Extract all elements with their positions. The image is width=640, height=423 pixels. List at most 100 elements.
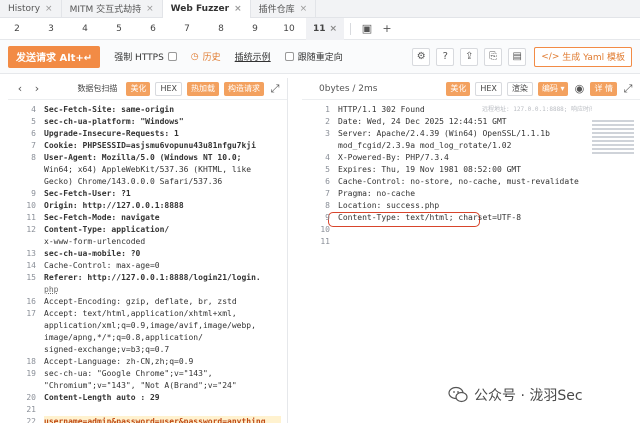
sub-tab-label: 7 [184,23,190,34]
line-number: 8 [31,153,36,162]
top-tab[interactable]: History × [0,0,62,18]
line-number: 2 [325,117,330,126]
code-line: Cookie: PHPSESSID=asjsmu6vopunu43u81nfgu… [44,141,256,150]
code-line: Accept-Encoding: gzip, deflate, br, zstd [44,297,237,306]
line-number: 16 [26,297,36,306]
request-beautify-button[interactable]: 美化 [126,81,151,96]
sub-tab-label: 3 [48,23,54,34]
line-number: 5 [325,165,330,174]
top-tab-bar: History × MITM 交互式劫持 × Web Fuzzer × 插件仓库 × [0,0,640,18]
line-number: 4 [325,153,330,162]
sub-tab[interactable]: 8 [204,18,238,40]
code-line: Sec-Fetch-Site: same-origin [44,105,175,114]
force-https-toggle[interactable]: 强制 HTTPS [114,50,177,63]
close-icon[interactable]: × [234,4,242,14]
close-icon[interactable]: × [146,4,154,14]
export-icon[interactable]: ⇪ [460,47,479,66]
sub-tab[interactable]: 9 [238,18,272,40]
sub-tab[interactable]: 7 [170,18,204,40]
next-arrow-icon[interactable]: › [31,82,43,95]
render-button[interactable]: 渲染 [506,81,533,96]
line-number: 5 [31,117,36,126]
sub-tab-label: 8 [218,23,224,34]
sub-tab[interactable]: 10 [272,18,306,40]
line-number: 6 [325,177,330,186]
generate-yaml-button[interactable]: </> 生成 Yaml 模板 [534,46,632,67]
sub-tab[interactable]: 5 [102,18,136,40]
send-request-button[interactable]: 发送请求 Alt+↵ [8,45,101,68]
code-line: HTTP/1.1 302 Found [338,105,425,114]
help-icon[interactable]: ? [436,47,455,66]
line-number: 9 [31,189,36,198]
code-line: signed-exchange;v=b3;q=0.7 [44,345,170,354]
watermark: 公众号 · 泷羽Sec [448,385,583,405]
browser-icon[interactable]: ◉ [573,82,585,95]
code-line: Cache-Control: max-age=0 [44,261,160,270]
force-https-checkbox[interactable] [167,52,177,61]
wechat-icon [448,386,468,403]
code-line: Date: Wed, 24 Dec 2025 12:44:51 GMT [338,117,507,126]
line-number: 10 [26,201,36,210]
code-line: X-Powered-By: PHP/7.3.4 [338,153,449,162]
line-number: 11 [26,213,36,222]
sub-tab-label: 4 [82,23,88,34]
line-number: 9 [325,213,330,222]
code-line: Referer: http://127.0.0.1:8888/login21/l… [44,273,261,282]
line-number: 10 [320,225,330,234]
build-request-button[interactable]: 构造请求 [224,81,264,96]
sub-tab[interactable]: 3 [34,18,68,40]
watermark-text: 公众号 · 泷羽Sec [474,388,583,404]
packet-scan-button[interactable]: 数据包扫描 [73,82,121,96]
code-line: Origin: http://127.0.0.1:8888 [44,201,184,210]
clock-icon: ◷ [190,51,199,62]
top-tab[interactable]: MITM 交互式劫持 × [62,0,163,18]
response-editor[interactable]: 远程地址: 127.0.0.1:8888; 响应时间: 2ms; 总耗时: 4m… [302,100,640,246]
code-line: Sec-Fetch-User: ?1 [44,189,131,198]
encoding-dropdown[interactable]: 编码 ▾ [537,81,569,96]
sub-tab[interactable]: 6 [136,18,170,40]
follow-redirect-checkbox[interactable] [284,52,294,61]
code-icon: </> [541,51,563,62]
code-line: mod_fcgid/2.3.9a mod_log_rotate/1.02 [338,141,512,150]
add-tab-icon[interactable]: + [377,22,397,35]
history-label: 历史 [202,53,221,63]
sub-tab[interactable]: 4 [68,18,102,40]
close-icon[interactable]: × [329,24,337,34]
close-icon[interactable]: × [45,4,53,14]
line-number: 20 [26,393,36,402]
line-number: 12 [26,225,36,234]
details-button[interactable]: 详 情 [590,81,617,96]
save-tab-icon[interactable]: ▣ [357,22,377,35]
chevron-down-icon: ▾ [560,84,565,93]
response-expand-icon[interactable]: ⤢ [622,82,634,96]
generate-yaml-label: 生成 Yaml 模板 [562,53,625,63]
code-line: Upgrade-Insecure-Requests: 1 [44,129,179,138]
follow-redirect-toggle[interactable]: 跟随重定向 [284,50,343,63]
force-https-label: 强制 HTTPS [114,53,164,63]
prev-arrow-icon[interactable]: ‹ [14,82,26,95]
line-number: 13 [26,249,36,258]
hot-load-button[interactable]: 热加载 [187,81,219,96]
response-hex-button[interactable]: HEX [475,81,502,96]
code-line: sec-ch-ua-platform: "Windows" [44,117,184,126]
request-editor[interactable]: 4 Sec-Fetch-Site: same-origin 5 sec-ch-ua-p… [8,100,287,423]
line-number: 17 [26,309,36,318]
code-line: Content-Length auto : 29 [44,393,160,402]
close-icon[interactable]: × [300,4,308,14]
expand-icon[interactable]: ⤢ [269,82,281,96]
history-button[interactable]: ◷ 历史 [190,50,221,64]
top-tab[interactable]: Web Fuzzer × [162,0,251,18]
gear-icon[interactable]: ⚙ [412,47,431,66]
share-icon[interactable]: ⎘ [484,47,503,66]
request-hex-button[interactable]: HEX [155,81,182,96]
top-tab[interactable]: 插件仓库 × [251,0,317,18]
save-icon[interactable]: ▤ [508,47,527,66]
code-line: sec-ch-ua-mobile: ?0 [44,249,141,258]
examples-link[interactable]: 插统示例 [235,50,271,63]
line-number: 7 [325,189,330,198]
code-line: Cache-Control: no-store, no-cache, must-… [338,177,579,186]
sub-tab[interactable]: 11 × [306,17,344,40]
sub-tab[interactable]: 2 [0,18,34,40]
code-line: Location: success.php [338,201,440,210]
response-beautify-button[interactable]: 美化 [446,81,471,96]
